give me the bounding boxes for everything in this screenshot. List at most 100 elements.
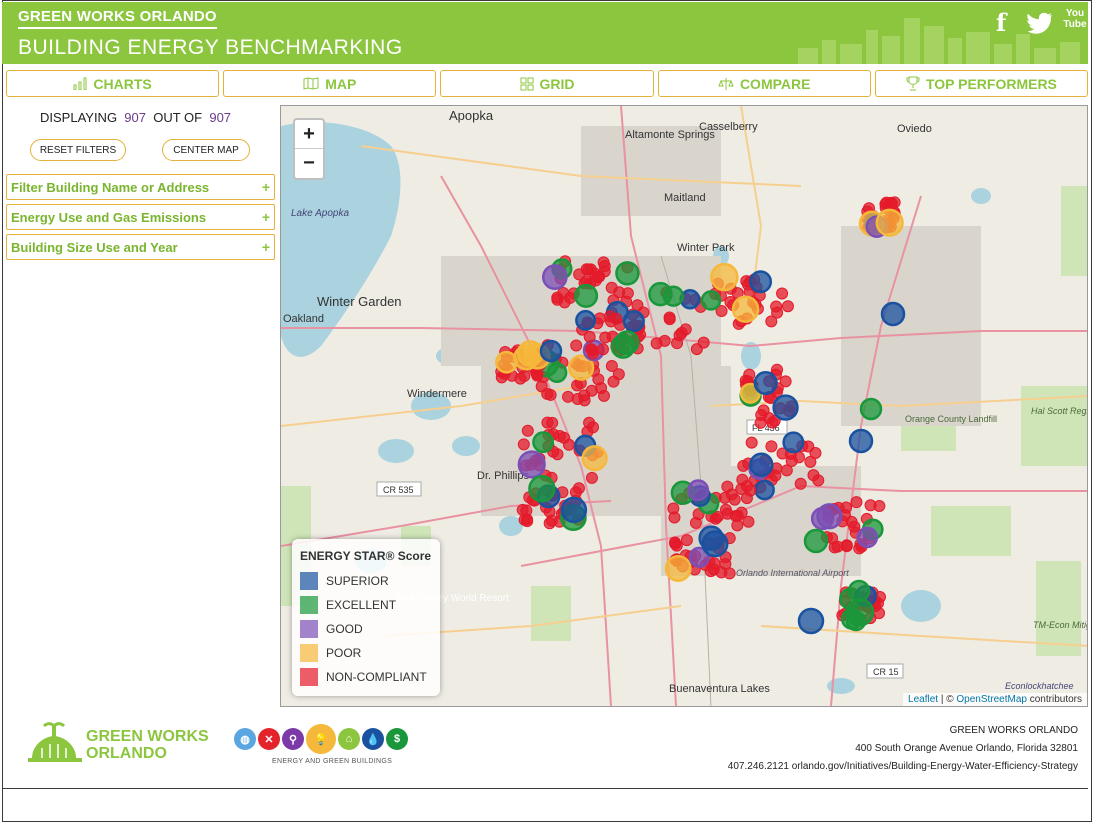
building-marker[interactable] [749, 452, 774, 477]
building-marker[interactable] [521, 515, 534, 528]
building-marker[interactable] [719, 503, 732, 516]
filter-energy-use[interactable]: Energy Use and Gas Emissions + [6, 204, 275, 230]
filter-building-size[interactable]: Building Size Use and Year + [6, 234, 275, 260]
building-marker[interactable] [742, 515, 755, 528]
openstreetmap-link[interactable]: OpenStreetMap [956, 694, 1027, 705]
building-marker[interactable] [884, 196, 897, 209]
building-marker[interactable] [664, 554, 692, 582]
building-marker[interactable] [845, 515, 858, 528]
building-marker[interactable] [723, 567, 736, 580]
building-marker[interactable] [595, 381, 608, 394]
building-marker[interactable] [521, 424, 534, 437]
building-marker[interactable] [698, 525, 724, 551]
building-marker[interactable] [587, 347, 600, 360]
building-marker[interactable] [807, 469, 820, 482]
building-marker[interactable] [514, 372, 527, 385]
building-marker[interactable] [662, 285, 685, 307]
building-marker[interactable] [856, 526, 879, 549]
building-marker[interactable] [749, 270, 773, 294]
building-marker[interactable] [779, 375, 792, 388]
leaflet-link[interactable]: Leaflet [908, 694, 938, 705]
twitter-icon[interactable] [1027, 12, 1053, 34]
building-marker[interactable] [593, 312, 606, 325]
building-marker[interactable] [710, 262, 739, 292]
building-marker[interactable] [847, 579, 871, 603]
building-marker[interactable] [551, 293, 564, 306]
building-marker[interactable] [765, 440, 778, 453]
zoom-in-button[interactable]: + [295, 120, 323, 149]
tab-map[interactable]: MAP [223, 70, 437, 97]
community-icon[interactable]: ◍ [234, 728, 256, 750]
building-marker[interactable] [700, 290, 722, 311]
building-marker[interactable] [615, 261, 640, 286]
building-marker[interactable] [658, 334, 671, 347]
building-marker[interactable] [794, 477, 807, 490]
building-marker[interactable] [731, 295, 760, 323]
tab-compare[interactable]: COMPARE [657, 70, 871, 97]
building-marker[interactable] [585, 471, 598, 484]
building-marker[interactable] [840, 501, 853, 514]
building-marker[interactable] [745, 436, 758, 449]
building-marker[interactable] [578, 394, 591, 407]
building-marker[interactable] [539, 339, 563, 363]
building-marker[interactable] [572, 482, 585, 495]
building-marker[interactable] [581, 445, 608, 472]
building-marker[interactable] [845, 610, 867, 632]
zoom-out-button[interactable]: − [295, 149, 323, 178]
building-marker[interactable] [544, 388, 557, 401]
tab-top-performers[interactable]: TOP PERFORMERS [874, 70, 1089, 97]
building-marker[interactable] [671, 337, 684, 350]
building-marker[interactable] [875, 208, 904, 237]
building-marker[interactable] [570, 339, 583, 352]
building-marker[interactable] [495, 350, 518, 374]
building-marker[interactable] [753, 370, 778, 396]
water-drop-icon[interactable]: 💧 [362, 728, 384, 750]
building-marker[interactable] [687, 479, 710, 502]
building-marker[interactable] [785, 455, 798, 468]
building-marker[interactable] [575, 309, 597, 331]
building-marker[interactable] [850, 496, 863, 509]
expand-plus-icon[interactable]: + [262, 179, 270, 195]
bike-icon[interactable]: ⚲ [282, 728, 304, 750]
building-marker[interactable] [679, 288, 701, 310]
building-marker[interactable] [797, 607, 825, 635]
building-marker[interactable] [697, 336, 710, 349]
building-marker[interactable] [562, 390, 575, 403]
building-marker[interactable] [744, 484, 757, 497]
building-marker[interactable] [765, 315, 778, 328]
building-marker[interactable] [583, 416, 596, 429]
building-marker[interactable] [528, 474, 556, 503]
dollar-icon[interactable]: $ [386, 728, 408, 750]
building-marker[interactable] [517, 438, 530, 451]
building-marker[interactable] [546, 362, 568, 383]
house-icon[interactable]: ⌂ [338, 728, 360, 750]
building-marker[interactable] [583, 330, 596, 343]
building-marker[interactable] [782, 431, 805, 454]
building-marker[interactable] [880, 301, 906, 327]
building-marker[interactable] [743, 368, 756, 381]
building-marker[interactable] [704, 565, 717, 578]
building-marker[interactable] [551, 448, 564, 461]
food-icon[interactable]: ✕ [258, 728, 280, 750]
building-marker[interactable] [612, 368, 625, 381]
building-marker[interactable] [859, 397, 883, 421]
facebook-icon[interactable]: f [996, 8, 1006, 37]
building-marker[interactable] [770, 300, 783, 313]
building-marker[interactable] [680, 534, 693, 547]
building-marker[interactable] [622, 310, 645, 333]
building-marker[interactable] [557, 431, 570, 444]
building-marker[interactable] [731, 509, 744, 522]
building-marker[interactable] [532, 431, 554, 454]
brand-title[interactable]: GREEN WORKS ORLANDO [18, 8, 217, 29]
building-marker[interactable] [574, 283, 599, 308]
building-marker[interactable] [593, 270, 606, 283]
expand-plus-icon[interactable]: + [262, 239, 270, 255]
tab-grid[interactable]: GRID [440, 70, 654, 97]
building-marker[interactable] [772, 394, 799, 421]
building-marker[interactable] [670, 539, 683, 552]
building-marker[interactable] [560, 496, 588, 524]
building-marker[interactable] [762, 411, 775, 424]
building-marker[interactable] [516, 503, 529, 516]
building-marker[interactable] [517, 450, 546, 479]
tab-charts[interactable]: CHARTS [6, 70, 220, 97]
